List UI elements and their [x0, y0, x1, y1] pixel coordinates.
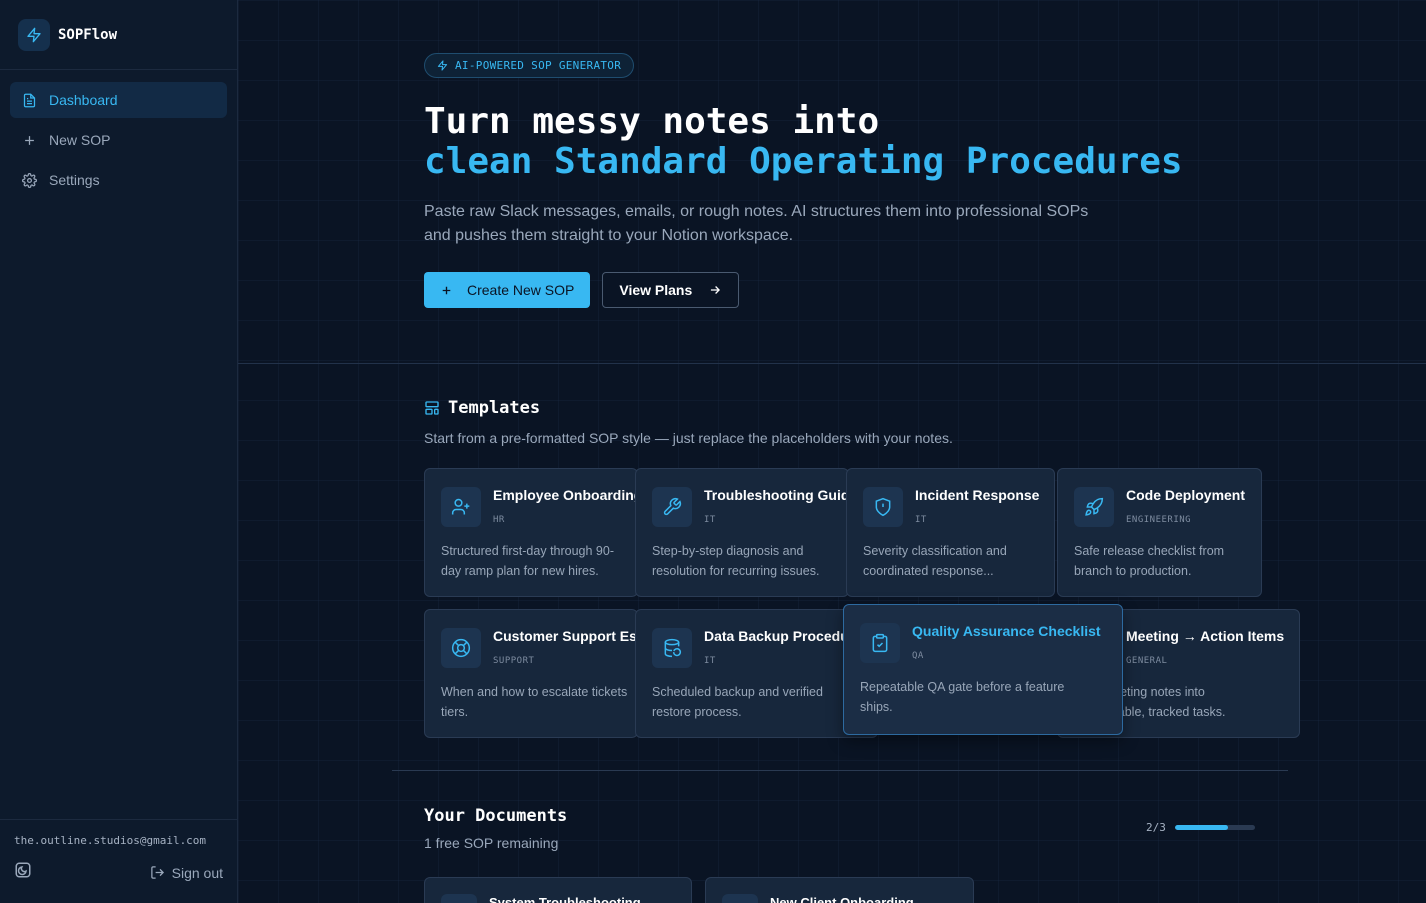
view-plans-label: View Plans [619, 282, 693, 298]
template-title: Code Deployment [1126, 487, 1246, 503]
document-title: System Troubleshooting [489, 895, 641, 903]
rocket-icon [1074, 487, 1114, 527]
file-text-icon [722, 894, 758, 903]
layout-template-icon [425, 401, 439, 415]
sidebar-item-new-sop[interactable]: New SOP [10, 122, 227, 158]
template-tag: GENERAL [1126, 656, 1168, 666]
sidebar-item-dashboard[interactable]: Dashboard [10, 82, 227, 118]
template-title: Troubleshooting Guide [704, 487, 849, 503]
template-title: Quality Assurance Checklist [912, 623, 1101, 639]
wrench-icon [652, 487, 692, 527]
template-tag: IT [915, 515, 927, 525]
file-text-icon [23, 93, 36, 107]
main-content: AI-POWERED SOP GENERATOR Turn messy note… [238, 0, 1426, 903]
plus-icon [25, 135, 34, 145]
hero-title-line2: clean Standard Operating Procedures [424, 141, 1183, 182]
brand-name: SOPFlow [58, 26, 118, 43]
template-desc: Structured first-day through 90-day ramp… [441, 544, 614, 578]
clipboard-check-icon [860, 623, 900, 663]
template-tag: QA [912, 651, 924, 661]
user-plus-icon [441, 487, 481, 527]
template-desc: When and how to escalate tickets tiers. [441, 685, 628, 719]
plus-icon [442, 286, 451, 294]
template-tag: IT [704, 656, 716, 666]
ai-badge: AI-POWERED SOP GENERATOR [424, 53, 635, 78]
life-buoy-icon [441, 628, 481, 668]
template-desc: Repeatable QA gate before a feature ship… [860, 680, 1065, 714]
section-divider [238, 363, 1426, 364]
templates-heading: Templates [424, 398, 540, 418]
sidebar-item-label: Settings [49, 172, 100, 188]
create-new-sop-label: Create New SOP [467, 282, 575, 298]
template-tag: ENGINEERING [1126, 515, 1192, 525]
usage-quota: 2/3 [1146, 821, 1255, 834]
sidebar-item-settings[interactable]: Settings [10, 162, 227, 198]
template-card-troubleshooting-guide[interactable]: Troubleshooting Guide IT Step-by-step di… [635, 468, 849, 597]
document-card[interactable]: System Troubleshooting [424, 877, 692, 903]
sign-out-button[interactable]: Sign out [150, 865, 223, 881]
template-title: Incident Response [915, 487, 1040, 503]
template-title: Data Backup Procedure [704, 628, 862, 644]
template-title: Customer Support Escalation [493, 628, 637, 644]
sidebar-nav: Dashboard New SOP Settings [0, 70, 237, 214]
section-divider [392, 770, 1288, 771]
badge-label: AI-POWERED SOP GENERATOR [455, 59, 622, 72]
documents-subtitle: 1 free SOP remaining [424, 835, 559, 851]
template-desc: Severity classification and coordinated … [863, 544, 1007, 578]
file-text-icon [441, 894, 477, 903]
user-email: the.outline.studios@gmail.com [14, 834, 207, 847]
view-plans-button[interactable]: View Plans [602, 272, 740, 308]
template-card-data-backup-procedure[interactable]: Data Backup Procedure IT Scheduled backu… [635, 609, 878, 738]
sidebar-item-label: New SOP [49, 132, 111, 148]
theme-toggle-icon[interactable] [14, 861, 32, 884]
template-title: Meeting → Action Items [1126, 628, 1285, 644]
sidebar-footer: the.outline.studios@gmail.com Sign out [0, 819, 237, 903]
brand[interactable]: SOPFlow [0, 0, 237, 70]
sidebar: SOPFlow Dashboard New SOP Settings the.o… [0, 0, 238, 903]
sidebar-item-label: Dashboard [49, 92, 118, 108]
document-title: New Client Onboarding [770, 895, 914, 903]
template-desc: Step-by-step diagnosis and resolution fo… [652, 544, 820, 578]
documents-title: Your Documents [424, 806, 568, 826]
create-new-sop-button[interactable]: Create New SOP [424, 272, 591, 308]
sign-out-label: Sign out [171, 864, 223, 881]
log-out-icon [150, 866, 164, 879]
templates-subtitle: Start from a pre-formatted SOP style — j… [424, 430, 953, 446]
quota-text: 2/3 [1146, 821, 1166, 834]
template-title: Employee Onboarding [493, 487, 638, 503]
templates-title: Templates [448, 398, 541, 418]
template-tag: HR [493, 515, 505, 525]
hero-title-line1: Turn messy notes into [424, 101, 880, 142]
template-desc: Safe release checklist from branch to pr… [1074, 544, 1225, 578]
quota-progress-fill [1174, 825, 1229, 830]
template-tag: SUPPORT [493, 656, 535, 666]
template-card-employee-onboarding[interactable]: Employee Onboarding HR Structured first-… [424, 468, 638, 597]
hero-description: Paste raw Slack messages, emails, or rou… [424, 203, 1089, 244]
template-card-code-deployment[interactable]: Code Deployment ENGINEERING Safe release… [1057, 468, 1262, 597]
document-card[interactable]: New Client Onboarding [705, 877, 974, 903]
zap-icon [437, 60, 448, 71]
hero: AI-POWERED SOP GENERATOR Turn messy note… [424, 53, 1324, 308]
template-card-incident-response[interactable]: Incident Response IT Severity classifica… [846, 468, 1055, 597]
zap-icon [18, 18, 50, 51]
database-backup-icon [652, 628, 692, 668]
shield-alert-icon [863, 487, 903, 527]
quota-progress-bar [1174, 825, 1255, 830]
template-desc: Scheduled backup and verified restore pr… [652, 685, 823, 719]
arrow-right-icon [711, 286, 721, 294]
template-tag: IT [704, 515, 716, 525]
template-card-customer-support-escalation[interactable]: Customer Support Escalation SUPPORT When… [424, 609, 638, 738]
gear-icon [22, 172, 37, 188]
template-card-quality-assurance-checklist[interactable]: Quality Assurance Checklist QA Repeatabl… [843, 604, 1123, 735]
